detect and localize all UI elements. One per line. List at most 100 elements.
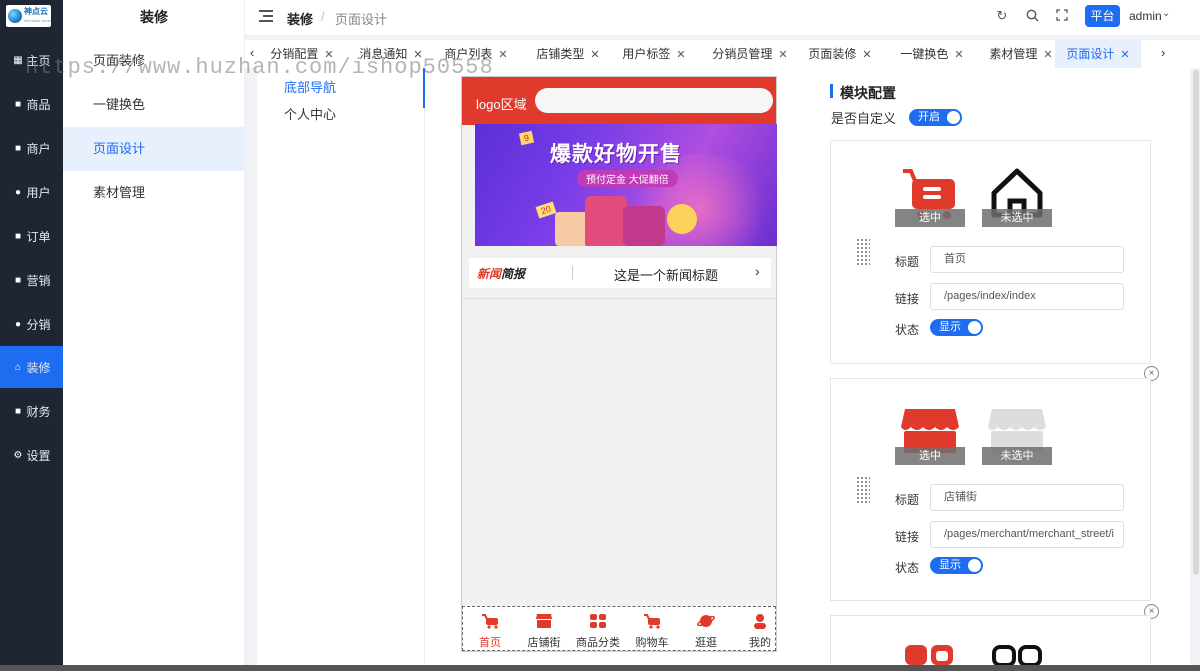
- preview-tab-item[interactable]: 我的: [733, 607, 787, 652]
- link-input[interactable]: /pages/merchant/merchant_street/i: [930, 521, 1124, 548]
- status-switch[interactable]: 显示: [930, 319, 983, 336]
- preview-tab-label: 商品分类: [576, 637, 620, 649]
- tab[interactable]: 页面设计 ✕: [1055, 40, 1141, 68]
- link-label: 链接: [895, 530, 920, 544]
- gear-icon: ⚙: [13, 449, 23, 461]
- store-icon: ■: [14, 142, 21, 154]
- brand-logo[interactable]: 神点云 shendian cloud: [6, 5, 51, 27]
- preview-tab-item[interactable]: 店铺街: [517, 607, 571, 652]
- close-icon[interactable]: ✕: [590, 49, 599, 61]
- tab[interactable]: 用户标签 ✕: [617, 40, 691, 68]
- preview-tab-label: 店铺街: [527, 637, 561, 649]
- sidebar-item[interactable]: ● 用户: [0, 171, 63, 213]
- tab-label: 分销员管理: [712, 47, 773, 61]
- home-icon: ⌂: [14, 361, 21, 373]
- tab[interactable]: 一键换色 ✕: [893, 40, 971, 68]
- refresh-icon[interactable]: ↻: [995, 9, 1009, 23]
- sidebar-item[interactable]: ⌂ 装修: [0, 346, 63, 388]
- cart-icon: [481, 613, 499, 629]
- close-icon[interactable]: ✕: [1043, 49, 1052, 61]
- sidebar-item-label: 商品: [26, 97, 51, 112]
- tab[interactable]: 分销员管理 ✕: [705, 40, 795, 68]
- scrollbar[interactable]: [1193, 70, 1199, 575]
- custom-switch[interactable]: 开启: [909, 109, 962, 126]
- drag-handle-icon[interactable]: [856, 476, 870, 504]
- category-icon: [589, 613, 607, 629]
- phone-preview: logo区域 9 20 爆款好物开售 预付定金 大促翻倍 新闻简报 这是一个新闻…: [461, 76, 777, 652]
- unselected-image[interactable]: 未选中: [982, 405, 1052, 465]
- share-icon: ●: [14, 318, 21, 330]
- person-icon: [751, 613, 769, 629]
- close-icon[interactable]: ✕: [862, 49, 871, 61]
- selected-image[interactable]: [895, 642, 965, 665]
- link-label: 链接: [895, 292, 920, 306]
- breadcrumb-parent[interactable]: 装修: [287, 9, 313, 28]
- tab-label: 素材管理: [989, 47, 1038, 61]
- submenu-item[interactable]: 一键换色: [63, 83, 245, 127]
- tab-label: 页面装修: [808, 47, 857, 61]
- submenu-item[interactable]: 页面设计: [63, 127, 245, 171]
- fullscreen-icon[interactable]: [1055, 9, 1069, 23]
- title-input[interactable]: 店铺街: [930, 484, 1124, 511]
- close-icon[interactable]: ✕: [1120, 49, 1129, 61]
- link-input[interactable]: /pages/index/index: [930, 283, 1124, 310]
- sidebar-item[interactable]: ■ 订单: [0, 215, 63, 257]
- tab[interactable]: 素材管理 ✕: [981, 40, 1061, 68]
- planet-icon: [697, 613, 715, 629]
- preview-search-input: [535, 88, 773, 113]
- preview-tab-label: 逛逛: [695, 637, 717, 649]
- tab[interactable]: 页面装修 ✕: [805, 40, 875, 68]
- preview-header[interactable]: logo区域: [462, 77, 776, 125]
- banner-tag: 20: [535, 201, 557, 219]
- unselected-image[interactable]: 未选中: [982, 167, 1052, 227]
- sidebar-item[interactable]: ● 分销: [0, 303, 63, 345]
- search-icon[interactable]: [1025, 9, 1039, 23]
- preview-tab-label: 首页: [479, 637, 501, 649]
- close-icon[interactable]: ✕: [954, 49, 963, 61]
- preview-tab-item[interactable]: 商品分类: [571, 607, 625, 652]
- logo-text: 神点云: [24, 7, 48, 16]
- preview-news[interactable]: 新闻简报 这是一个新闻标题 ›: [469, 258, 771, 288]
- close-icon[interactable]: ✕: [778, 49, 787, 61]
- page-list-item[interactable]: 个人中心: [257, 95, 425, 135]
- preview-banner[interactable]: 9 20 爆款好物开售 预付定金 大促翻倍: [475, 124, 777, 246]
- tabs-scroll-right-icon[interactable]: ›: [1161, 45, 1165, 60]
- title-label: 标题: [895, 493, 920, 507]
- user-menu[interactable]: admin: [1129, 9, 1162, 23]
- preview-tab-item[interactable]: 逛逛: [679, 607, 733, 652]
- title-input[interactable]: 首页: [930, 246, 1124, 273]
- banner-subtitle: 预付定金 大促翻倍: [577, 170, 678, 187]
- drag-handle-icon[interactable]: [856, 238, 870, 266]
- sidebar-item[interactable]: ■ 商户: [0, 127, 63, 169]
- sidebar-item-label: 装修: [26, 360, 51, 375]
- cart-icon: [643, 613, 661, 629]
- close-icon[interactable]: ✕: [498, 49, 507, 61]
- menu-fold-icon[interactable]: [259, 10, 273, 22]
- chevron-down-icon[interactable]: ⌄: [1162, 8, 1170, 19]
- selected-image[interactable]: 选中: [895, 405, 965, 465]
- wallet-icon: ■: [14, 405, 21, 417]
- submenu-item[interactable]: 素材管理: [63, 171, 245, 215]
- sidebar-item[interactable]: ■ 营销: [0, 259, 63, 301]
- news-title: 这是一个新闻标题: [614, 268, 719, 283]
- preview-tab-item[interactable]: 首页: [463, 607, 517, 652]
- preview-tab-label: 我的: [749, 637, 771, 649]
- sidebar-item[interactable]: ⚙ 设置: [0, 434, 63, 476]
- unselected-image[interactable]: [982, 642, 1052, 665]
- selected-image[interactable]: 选中: [895, 167, 965, 227]
- sidebar-item-label: 订单: [26, 229, 51, 244]
- chart-icon: ■: [14, 274, 21, 286]
- platform-button[interactable]: 平台: [1085, 5, 1120, 27]
- status-switch[interactable]: 显示: [930, 557, 983, 574]
- tab[interactable]: 店铺类型 ✕: [528, 40, 608, 68]
- preview-tab-item[interactable]: 购物车: [625, 607, 679, 652]
- sidebar-item-label: 商户: [26, 141, 51, 156]
- status-label: 状态: [895, 561, 920, 575]
- bag-icon: ■: [14, 98, 21, 110]
- user-icon: ●: [14, 186, 21, 198]
- sidebar-item[interactable]: ■ 商品: [0, 83, 63, 125]
- sidebar-item[interactable]: ■ 财务: [0, 390, 63, 432]
- close-icon[interactable]: ✕: [676, 49, 685, 61]
- preview-tabbar[interactable]: 首页 店铺街 商品分类 购物车 逛逛 我的: [462, 606, 776, 651]
- category-icon: [992, 645, 1042, 665]
